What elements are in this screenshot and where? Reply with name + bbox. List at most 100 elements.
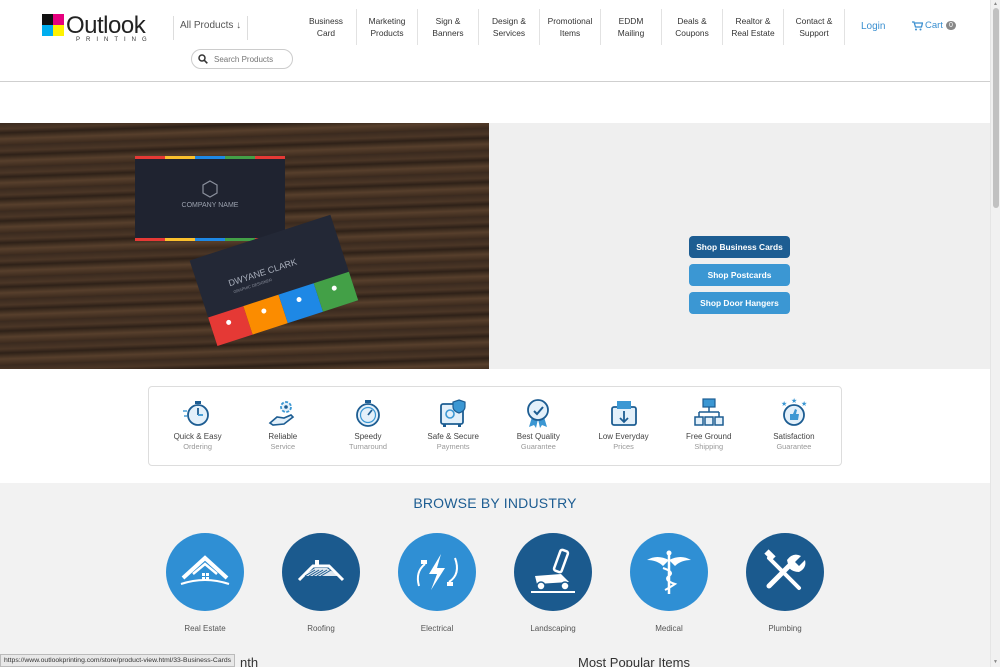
logo-mark [42, 14, 64, 36]
nav-promotional-items[interactable]: Promotional Items [540, 9, 601, 45]
hand-gear-icon [268, 401, 294, 426]
feature-title: Low Everyday [598, 432, 649, 441]
search-input[interactable] [214, 54, 288, 64]
caduceus-icon [647, 550, 691, 594]
roof-icon [297, 560, 345, 582]
feature-title: Best Quality [516, 432, 560, 441]
feature-best-quality: Best Quality Guarantee [496, 387, 581, 465]
industry-plumbing[interactable]: Plumbing [746, 533, 824, 633]
industry-circle[interactable] [166, 533, 244, 611]
main-nav: Business Card Marketing Products Sign & Ban… [296, 9, 845, 45]
site-logo[interactable]: Outlook PRINTING [42, 14, 153, 43]
hero-banner: COMPANY NAME DWYANE CLARK GRAPHIC DESIGN… [0, 123, 990, 369]
hero-business-cards-image[interactable]: COMPANY NAME DWYANE CLARK GRAPHIC DESIGN… [0, 123, 489, 369]
feature-title: Satisfaction [773, 432, 815, 441]
stopwatch-icon [182, 401, 209, 426]
scroll-thumb[interactable] [993, 8, 999, 208]
shop-postcards-button[interactable]: Shop Postcards [689, 264, 790, 286]
feature-title: Speedy [354, 432, 382, 441]
industry-label: Medical [655, 624, 683, 633]
feature-title: Reliable [268, 432, 298, 441]
feature-low-prices: Low Everyday Prices [581, 387, 666, 465]
feature-subtitle: Prices [613, 442, 634, 451]
nav-business-card[interactable]: Business Card [296, 9, 357, 45]
feature-quick-easy: Quick & Easy Ordering [155, 387, 240, 465]
house-icon [180, 555, 230, 585]
scroll-up-arrow-icon[interactable]: ▲ [993, 1, 998, 7]
feature-subtitle: Guarantee [776, 442, 812, 451]
section-title: BROWSE BY INDUSTRY [413, 495, 577, 511]
cart-count-badge: 0 [945, 21, 956, 30]
search-icon [198, 54, 208, 64]
bottom-left-heading: nth [240, 655, 259, 667]
cart-link[interactable]: Cart 0 [912, 20, 956, 31]
nav-design-services[interactable]: Design & Services [479, 9, 540, 45]
feature-subtitle: Guarantee [520, 442, 556, 451]
feature-title: Quick & Easy [173, 432, 222, 441]
site-header: Outlook PRINTING All Products ↓ Business… [0, 0, 990, 82]
industry-label: Real Estate [184, 624, 226, 633]
nav-eddm-mailing[interactable]: EDDM Mailing [601, 9, 662, 45]
browse-by-industry-section: BROWSE BY INDUSTRY Real Estate Roofing E… [0, 483, 990, 667]
logo-subtitle: PRINTING [76, 37, 153, 43]
feature-reliable: Reliable Service [240, 387, 325, 465]
thumbs-up-stars-icon: ★ ★ ★ [781, 397, 807, 426]
industry-label: Roofing [307, 624, 335, 633]
logo-wordmark: Outlook [66, 12, 146, 39]
search-box[interactable] [191, 49, 293, 69]
industry-landscaping[interactable]: Landscaping [514, 533, 592, 633]
industry-label: Landscaping [530, 624, 576, 633]
shop-door-hangers-button[interactable]: Shop Door Hangers [689, 292, 790, 314]
feature-subtitle: Shipping [694, 442, 724, 451]
scroll-down-arrow-icon[interactable]: ▼ [993, 659, 998, 665]
nav-deals-coupons[interactable]: Deals & Coupons [662, 9, 723, 45]
page-scrollbar[interactable]: ▲ ▼ [990, 0, 1000, 667]
truck-network-icon [693, 398, 724, 426]
industry-label: Plumbing [768, 624, 802, 633]
safe-icon [440, 399, 466, 427]
industry-electrical[interactable]: Electrical [398, 533, 476, 633]
medal-icon [527, 399, 550, 428]
feature-subtitle: Service [270, 442, 296, 451]
svg-text:★: ★ [791, 397, 797, 405]
feature-title: Safe & Secure [427, 432, 479, 441]
industry-circle[interactable] [630, 533, 708, 611]
all-products-dropdown[interactable]: All Products ↓ [173, 16, 249, 40]
industry-circle[interactable] [746, 533, 824, 611]
industry-medical[interactable]: Medical [630, 533, 708, 633]
industry-roofing[interactable]: Roofing [282, 533, 360, 633]
feature-safe-secure: Safe & Secure Payments [411, 387, 496, 465]
nav-marketing-products[interactable]: Marketing Products [357, 9, 418, 45]
wrench-icon [764, 549, 806, 590]
nav-contact-support[interactable]: Contact & Support [784, 9, 845, 45]
feature-satisfaction: ★ ★ ★ Satisfaction Guarantee [751, 387, 836, 465]
browser-status-bar: https://www.outlookprinting.com/store/pr… [0, 654, 236, 667]
feature-free-shipping: Free Ground Shipping [666, 387, 751, 465]
feature-speedy: Speedy Turnaround [325, 387, 410, 465]
feature-subtitle: Payments [436, 442, 470, 451]
industry-circle[interactable] [514, 533, 592, 611]
feature-subtitle: Ordering [183, 442, 212, 451]
industry-label: Electrical [420, 624, 454, 633]
industry-circle[interactable] [398, 533, 476, 611]
svg-text:★: ★ [801, 400, 807, 408]
shop-business-cards-button[interactable]: Shop Business Cards [689, 236, 790, 258]
most-popular-heading: Most Popular Items [578, 655, 690, 667]
timer-icon [356, 400, 380, 427]
industry-circle[interactable] [282, 533, 360, 611]
nav-sign-banners[interactable]: Sign & Banners [418, 9, 479, 45]
industry-real-estate[interactable]: Real Estate [166, 533, 244, 633]
feature-title: Free Ground [686, 432, 732, 441]
feature-subtitle: Turnaround [349, 442, 387, 451]
login-link[interactable]: Login [861, 21, 885, 32]
svg-text:★: ★ [781, 400, 787, 408]
cart-icon [912, 20, 923, 30]
card1-company-text: COMPANY NAME [182, 202, 239, 209]
cart-label: Cart [925, 20, 943, 31]
lawn-mower-icon [531, 548, 575, 593]
features-strip: Quick & Easy Ordering Reliable Service S… [148, 386, 842, 466]
lightning-plug-icon [416, 554, 458, 590]
nav-realtor-real-estate[interactable]: Realtor & Real Estate [723, 9, 784, 45]
wallet-icon [610, 401, 637, 426]
business-card-front: COMPANY NAME [135, 156, 285, 241]
